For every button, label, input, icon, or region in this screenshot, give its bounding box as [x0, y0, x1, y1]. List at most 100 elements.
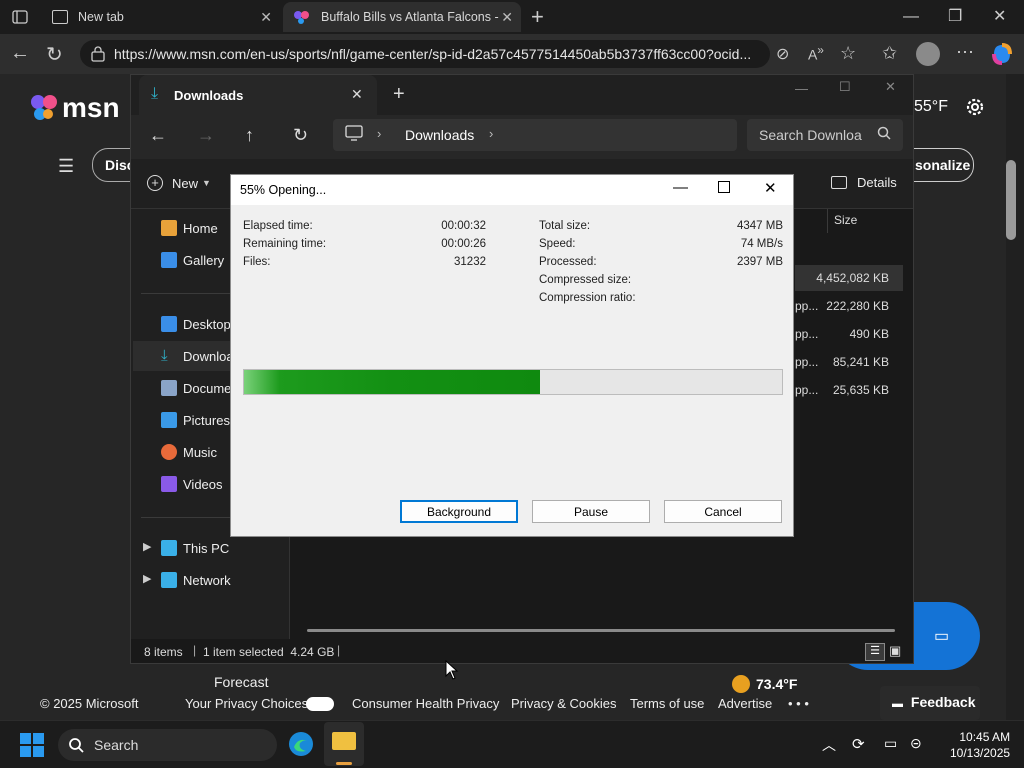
forward-icon[interactable]: → — [197, 125, 215, 146]
browser-tab-bar: New tab ✕ Buffalo Bills vs Atlanta Falco… — [0, 0, 1024, 34]
breadcrumb[interactable]: › Downloads › — [333, 119, 737, 151]
profile-avatar[interactable] — [916, 42, 940, 66]
favorites-icon[interactable]: ✩ — [882, 43, 897, 64]
sidebar-item-downloads[interactable]: ⤓ Downloa — [161, 343, 234, 369]
remaining-time-value: 00:00:26 — [441, 238, 486, 250]
pause-button[interactable]: Pause — [532, 500, 650, 523]
background-button[interactable]: Background — [400, 500, 518, 523]
settings-gear-icon[interactable] — [964, 96, 986, 118]
sidebar-item-desktop[interactable]: Desktop — [161, 311, 231, 337]
sidebar-item-pictures[interactable]: Pictures — [161, 407, 230, 433]
copilot-icon[interactable] — [990, 42, 1014, 66]
new-button[interactable]: + New ▼ — [147, 175, 211, 191]
start-windows-icon[interactable] — [20, 733, 44, 757]
sidebar-item-documents[interactable]: Docume — [161, 375, 231, 401]
sidebar-item-videos[interactable]: Videos — [161, 471, 223, 497]
taskbar-search[interactable]: Search — [58, 729, 277, 761]
sync-icon[interactable]: ⟳ — [852, 735, 865, 753]
close-window-icon[interactable]: ✕ — [885, 79, 896, 95]
minimize-icon[interactable]: — — [673, 179, 688, 196]
consumer-health-link[interactable]: Consumer Health Privacy — [352, 696, 499, 711]
weather-temp[interactable]: 55°F — [914, 98, 948, 116]
documents-icon — [161, 380, 177, 396]
tab-new-tab[interactable]: New tab ✕ — [42, 2, 280, 32]
sidebar-item-music[interactable]: Music — [161, 439, 217, 465]
back-icon[interactable]: ← — [10, 42, 30, 65]
network-status-icon[interactable]: ⊝ — [910, 735, 922, 752]
sidebar-item-gallery[interactable]: Gallery — [161, 247, 224, 273]
compressed-size-label: Compressed size: — [539, 274, 632, 286]
explorer-tab[interactable]: ⤓ Downloads ✕ — [139, 75, 377, 115]
msn-logo[interactable]: msn — [28, 92, 120, 124]
progress-bar-fill — [244, 370, 540, 394]
edge-browser-icon[interactable] — [288, 731, 314, 757]
tiles-view-icon[interactable]: ▣ — [889, 643, 901, 659]
cancel-button[interactable]: Cancel — [664, 500, 782, 523]
new-tab-icon[interactable]: + — [531, 4, 544, 30]
horizontal-scrollbar[interactable] — [307, 629, 895, 632]
refresh-icon[interactable]: ↻ — [46, 42, 63, 67]
tab-buffalo-bills[interactable]: Buffalo Bills vs Atlanta Falcons - G ✕ — [283, 2, 521, 32]
more-links-icon[interactable]: • • • — [788, 696, 809, 711]
minimize-icon[interactable]: — — [795, 81, 808, 96]
file-row-selected[interactable]: 4,452,082 KB — [795, 265, 903, 291]
column-header-size[interactable]: Size — [827, 209, 907, 233]
close-tab-icon[interactable]: ✕ — [260, 9, 272, 26]
close-tab-icon[interactable]: ✕ — [501, 9, 513, 26]
file-explorer-taskbar-button[interactable] — [324, 722, 364, 766]
new-tab-icon[interactable]: + — [393, 83, 405, 106]
minimize-icon[interactable]: — — [903, 8, 919, 26]
url-input[interactable]: https://www.msn.com/en-us/sports/nfl/gam… — [80, 40, 770, 68]
advertise-link[interactable]: Advertise — [718, 696, 772, 711]
home-icon — [161, 220, 177, 236]
close-window-icon[interactable]: ✕ — [993, 6, 1006, 26]
refresh-icon[interactable]: ↻ — [293, 125, 308, 146]
privacy-cookies-link[interactable]: Privacy & Cookies — [511, 696, 616, 711]
expand-chevron-icon[interactable]: ▶ — [143, 540, 151, 553]
read-aloud-icon[interactable]: A» — [808, 44, 824, 63]
pc-icon — [161, 540, 177, 556]
sidebar-item-network[interactable]: Network — [161, 567, 231, 593]
expand-chevron-icon[interactable]: ▶ — [143, 572, 151, 585]
details-view-icon[interactable]: ☰ — [865, 643, 885, 661]
tab-label: Buffalo Bills vs Atlanta Falcons - G — [321, 10, 501, 24]
site-info-icon[interactable] — [90, 46, 106, 62]
file-row[interactable]: pp... 490 KB — [795, 321, 903, 347]
terms-link[interactable]: Terms of use — [630, 696, 704, 711]
maximize-icon[interactable] — [718, 181, 730, 193]
sidebar-item-this-pc[interactable]: This PC — [161, 535, 229, 561]
details-button[interactable]: Details — [831, 175, 897, 190]
back-icon[interactable]: ← — [149, 125, 167, 146]
chat-icon: ▭ — [934, 628, 950, 645]
chevron-up-icon[interactable]: ︿ — [822, 735, 836, 755]
tab-actions-icon[interactable] — [12, 9, 28, 25]
progress-bar — [243, 369, 783, 395]
settings-more-icon[interactable]: ⋯ — [956, 42, 974, 63]
forecast-label[interactable]: Forecast — [214, 674, 268, 690]
close-icon[interactable]: ✕ — [764, 179, 777, 197]
file-row[interactable]: pp... 25,635 KB — [795, 377, 903, 403]
file-row[interactable]: pp... 85,241 KB — [795, 349, 903, 375]
page-scrollbar-thumb[interactable] — [1006, 160, 1016, 240]
system-clock[interactable]: 10:45 AM 10/13/2025 — [950, 730, 1010, 760]
maximize-icon[interactable]: ☐ — [839, 79, 851, 95]
feedback-button[interactable]: ▬ Feedback — [880, 686, 980, 720]
sidebar-item-home[interactable]: Home — [161, 215, 218, 241]
close-tab-icon[interactable]: ✕ — [351, 86, 363, 103]
breadcrumb-downloads[interactable]: Downloads — [405, 127, 474, 143]
privacy-choices-link[interactable]: Your Privacy Choices — [185, 696, 308, 711]
favorite-star-icon[interactable]: ☆ — [840, 43, 856, 64]
clock-date: 10/13/2025 — [950, 746, 1011, 760]
chevron-right-icon: › — [377, 126, 382, 141]
file-row[interactable]: pp... 222,280 KB — [795, 293, 903, 319]
up-icon[interactable]: ↑ — [245, 125, 254, 146]
tab-label: New tab — [78, 10, 124, 24]
msn-wordmark: msn — [62, 92, 120, 123]
restore-icon[interactable]: ❐ — [948, 6, 962, 26]
translate-icon[interactable]: ⊘ — [776, 44, 789, 64]
total-size-value: 4347 MB — [736, 220, 783, 232]
display-icon[interactable]: ▭ — [884, 735, 897, 752]
hamburger-menu-icon[interactable]: ☰ — [58, 156, 74, 177]
chevron-right-icon: › — [489, 126, 494, 141]
search-input[interactable]: Search Downloa — [747, 119, 903, 151]
